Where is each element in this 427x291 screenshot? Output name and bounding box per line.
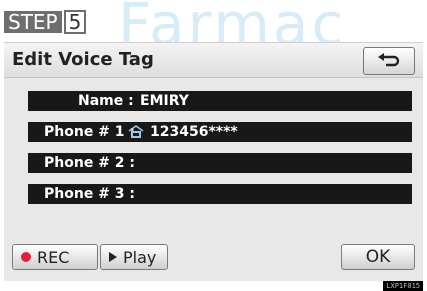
ok-button[interactable]: OK bbox=[341, 244, 415, 270]
back-button[interactable] bbox=[363, 47, 415, 75]
phone-1-label: Phone # 1 : bbox=[44, 124, 135, 140]
phone-2-row[interactable]: Phone # 2 : bbox=[28, 153, 412, 173]
step-badge: STEP 5 bbox=[4, 8, 87, 36]
play-button[interactable]: Play bbox=[100, 244, 168, 270]
step-number: 5 bbox=[63, 10, 87, 34]
phone-2-label: Phone # 2 : bbox=[44, 155, 135, 171]
rec-button[interactable]: REC bbox=[12, 244, 98, 270]
screen-header: Edit Voice Tag bbox=[4, 43, 423, 78]
rec-label: REC bbox=[37, 247, 70, 267]
name-label: Name : bbox=[78, 93, 134, 109]
image-code: LXP1F015 bbox=[383, 281, 423, 291]
step-label: STEP bbox=[4, 11, 62, 33]
play-label: Play bbox=[123, 247, 157, 267]
phone-3-label: Phone # 3 : bbox=[44, 186, 135, 202]
phone-1-value: 123456**** bbox=[150, 124, 238, 140]
name-value: EMIRY bbox=[140, 93, 189, 109]
play-triangle-icon bbox=[109, 252, 117, 262]
return-arrow-icon bbox=[378, 53, 400, 67]
ok-label: OK bbox=[365, 247, 391, 267]
page-title: Edit Voice Tag bbox=[12, 49, 154, 70]
phone-1-row[interactable]: Phone # 1 : 123456**** bbox=[28, 122, 412, 142]
voice-tag-screen: Edit Voice Tag Name : EMIRY Phone # 1 : … bbox=[4, 42, 423, 281]
name-row[interactable]: Name : EMIRY bbox=[28, 91, 412, 111]
record-dot-icon bbox=[21, 252, 31, 262]
home-phone-icon bbox=[128, 125, 144, 138]
phone-3-row[interactable]: Phone # 3 : bbox=[28, 184, 412, 204]
